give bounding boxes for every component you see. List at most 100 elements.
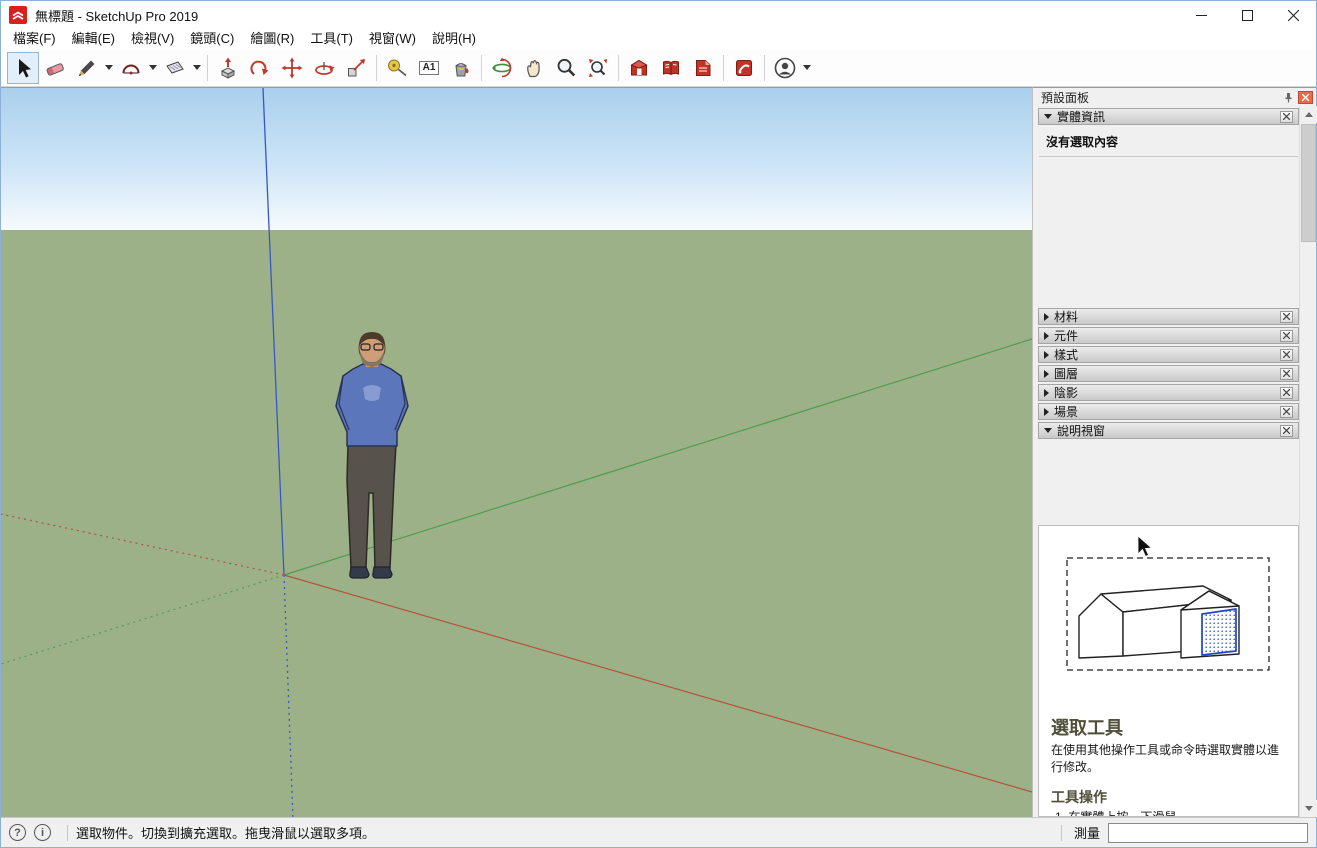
arc-tool-button[interactable]	[115, 52, 147, 84]
scroll-up-button[interactable]	[1300, 106, 1317, 123]
paint-bucket-tool-button[interactable]	[445, 52, 477, 84]
section-close-button[interactable]	[1280, 425, 1293, 437]
zoom-extents-icon	[587, 57, 609, 79]
line-tool-button[interactable]	[71, 52, 103, 84]
minimize-button[interactable]	[1178, 1, 1224, 29]
zoom-extents-tool-button[interactable]	[582, 52, 614, 84]
menu-help[interactable]: 說明(H)	[424, 29, 484, 49]
follow-me-tool-button[interactable]	[244, 52, 276, 84]
orbit-tool-button[interactable]	[486, 52, 518, 84]
entity-empty-text: 沒有選取內容	[1038, 125, 1299, 156]
info-icon[interactable]: i	[34, 824, 51, 841]
panel-scrollbar[interactable]	[1299, 106, 1316, 817]
toolbar: A1	[1, 49, 1316, 87]
3d-warehouse-icon	[628, 57, 650, 79]
menu-draw[interactable]: 繪圖(R)	[242, 29, 302, 49]
account-dropdown[interactable]	[801, 52, 813, 84]
section-scenes[interactable]: 場景	[1038, 403, 1299, 420]
rotate-tool-button[interactable]	[308, 52, 340, 84]
collapsed-arrow-icon	[1044, 332, 1049, 340]
account-button[interactable]	[769, 52, 801, 84]
move-tool-button[interactable]	[276, 52, 308, 84]
entity-info-content: 沒有選取內容	[1038, 125, 1299, 306]
send-to-layout-icon	[692, 57, 714, 79]
section-materials[interactable]: 材料	[1038, 308, 1299, 325]
section-label: 樣式	[1054, 346, 1078, 363]
text-tool-button[interactable]: A1	[413, 52, 445, 84]
zoom-tool-button[interactable]	[550, 52, 582, 84]
toolbar-separator	[207, 55, 208, 81]
section-components[interactable]: 元件	[1038, 327, 1299, 344]
close-icon	[1283, 313, 1290, 320]
section-shadows[interactable]: 陰影	[1038, 384, 1299, 401]
help-icon[interactable]: ?	[9, 824, 26, 841]
section-styles[interactable]: 樣式	[1038, 346, 1299, 363]
section-label: 說明視窗	[1057, 422, 1105, 439]
tape-measure-tool-button[interactable]	[381, 52, 413, 84]
close-icon	[1283, 427, 1290, 434]
styles-button[interactable]	[728, 52, 760, 84]
section-close-button[interactable]	[1280, 387, 1293, 399]
divider	[1039, 156, 1298, 157]
window-controls	[1178, 1, 1316, 29]
follow-me-icon	[249, 57, 271, 79]
section-label: 元件	[1054, 327, 1078, 344]
menu-view[interactable]: 檢視(V)	[123, 29, 182, 49]
model-viewport[interactable]	[1, 87, 1032, 819]
section-close-button[interactable]	[1280, 330, 1293, 342]
eraser-tool-button[interactable]	[39, 52, 71, 84]
close-icon	[1288, 10, 1299, 21]
collapsed-arrow-icon	[1044, 389, 1049, 397]
scroll-down-button[interactable]	[1300, 800, 1317, 817]
line-tool-dropdown[interactable]	[103, 52, 115, 84]
menu-file[interactable]: 檔案(F)	[5, 29, 64, 49]
section-close-button[interactable]	[1280, 111, 1293, 123]
tray-header: 預設面板	[1033, 88, 1316, 106]
measurements-input[interactable]	[1108, 823, 1308, 843]
extension-warehouse-icon	[660, 57, 682, 79]
selected-face	[1202, 609, 1236, 655]
rectangle-tool-dropdown[interactable]	[191, 52, 203, 84]
push-pull-tool-button[interactable]	[212, 52, 244, 84]
tray-close-button[interactable]	[1298, 91, 1313, 104]
close-button[interactable]	[1270, 1, 1316, 29]
section-close-button[interactable]	[1280, 368, 1293, 380]
rectangle-tool-button[interactable]	[159, 52, 191, 84]
send-to-layout-button[interactable]	[687, 52, 719, 84]
section-layers[interactable]: 圖層	[1038, 365, 1299, 382]
close-icon	[1283, 351, 1290, 358]
toolbar-separator	[764, 55, 765, 81]
instructor-title: 選取工具	[1051, 714, 1286, 740]
3d-warehouse-button[interactable]	[623, 52, 655, 84]
arc-tool-dropdown[interactable]	[147, 52, 159, 84]
menu-camera[interactable]: 鏡頭(C)	[182, 29, 242, 49]
maximize-button[interactable]	[1224, 1, 1270, 29]
section-close-button[interactable]	[1280, 349, 1293, 361]
chevron-down-icon	[105, 65, 113, 70]
pin-icon[interactable]	[1282, 91, 1294, 103]
toolbar-separator	[481, 55, 482, 81]
extension-warehouse-button[interactable]	[655, 52, 687, 84]
collapsed-arrow-icon	[1044, 408, 1049, 416]
window-title: 無標題 - SketchUp Pro 2019	[35, 6, 198, 25]
chevron-down-icon	[193, 65, 201, 70]
close-icon	[1283, 389, 1290, 396]
menu-tools[interactable]: 工具(T)	[302, 29, 361, 49]
collapsed-arrow-icon	[1044, 351, 1049, 359]
menu-window[interactable]: 視窗(W)	[361, 29, 424, 49]
scrollbar-thumb[interactable]	[1301, 124, 1316, 242]
section-close-button[interactable]	[1280, 311, 1293, 323]
scale-tool-button[interactable]	[340, 52, 372, 84]
section-entity-info[interactable]: 實體資訊	[1038, 108, 1299, 125]
styles-icon	[733, 57, 755, 79]
tray-title: 預設面板	[1041, 89, 1089, 106]
select-tool-button[interactable]	[7, 52, 39, 84]
pan-tool-button[interactable]	[518, 52, 550, 84]
statusbar: ? i 選取物件。切換到擴充選取。拖曳滑鼠以選取多項。 測量	[1, 817, 1316, 847]
menu-edit[interactable]: 編輯(E)	[64, 29, 123, 49]
chevron-down-icon	[803, 65, 811, 70]
section-close-button[interactable]	[1280, 406, 1293, 418]
chevron-down-icon	[149, 65, 157, 70]
section-instructor[interactable]: 說明視窗	[1038, 422, 1299, 439]
default-tray-panel: 預設面板 實體資訊 沒有選取內容	[1032, 87, 1316, 817]
